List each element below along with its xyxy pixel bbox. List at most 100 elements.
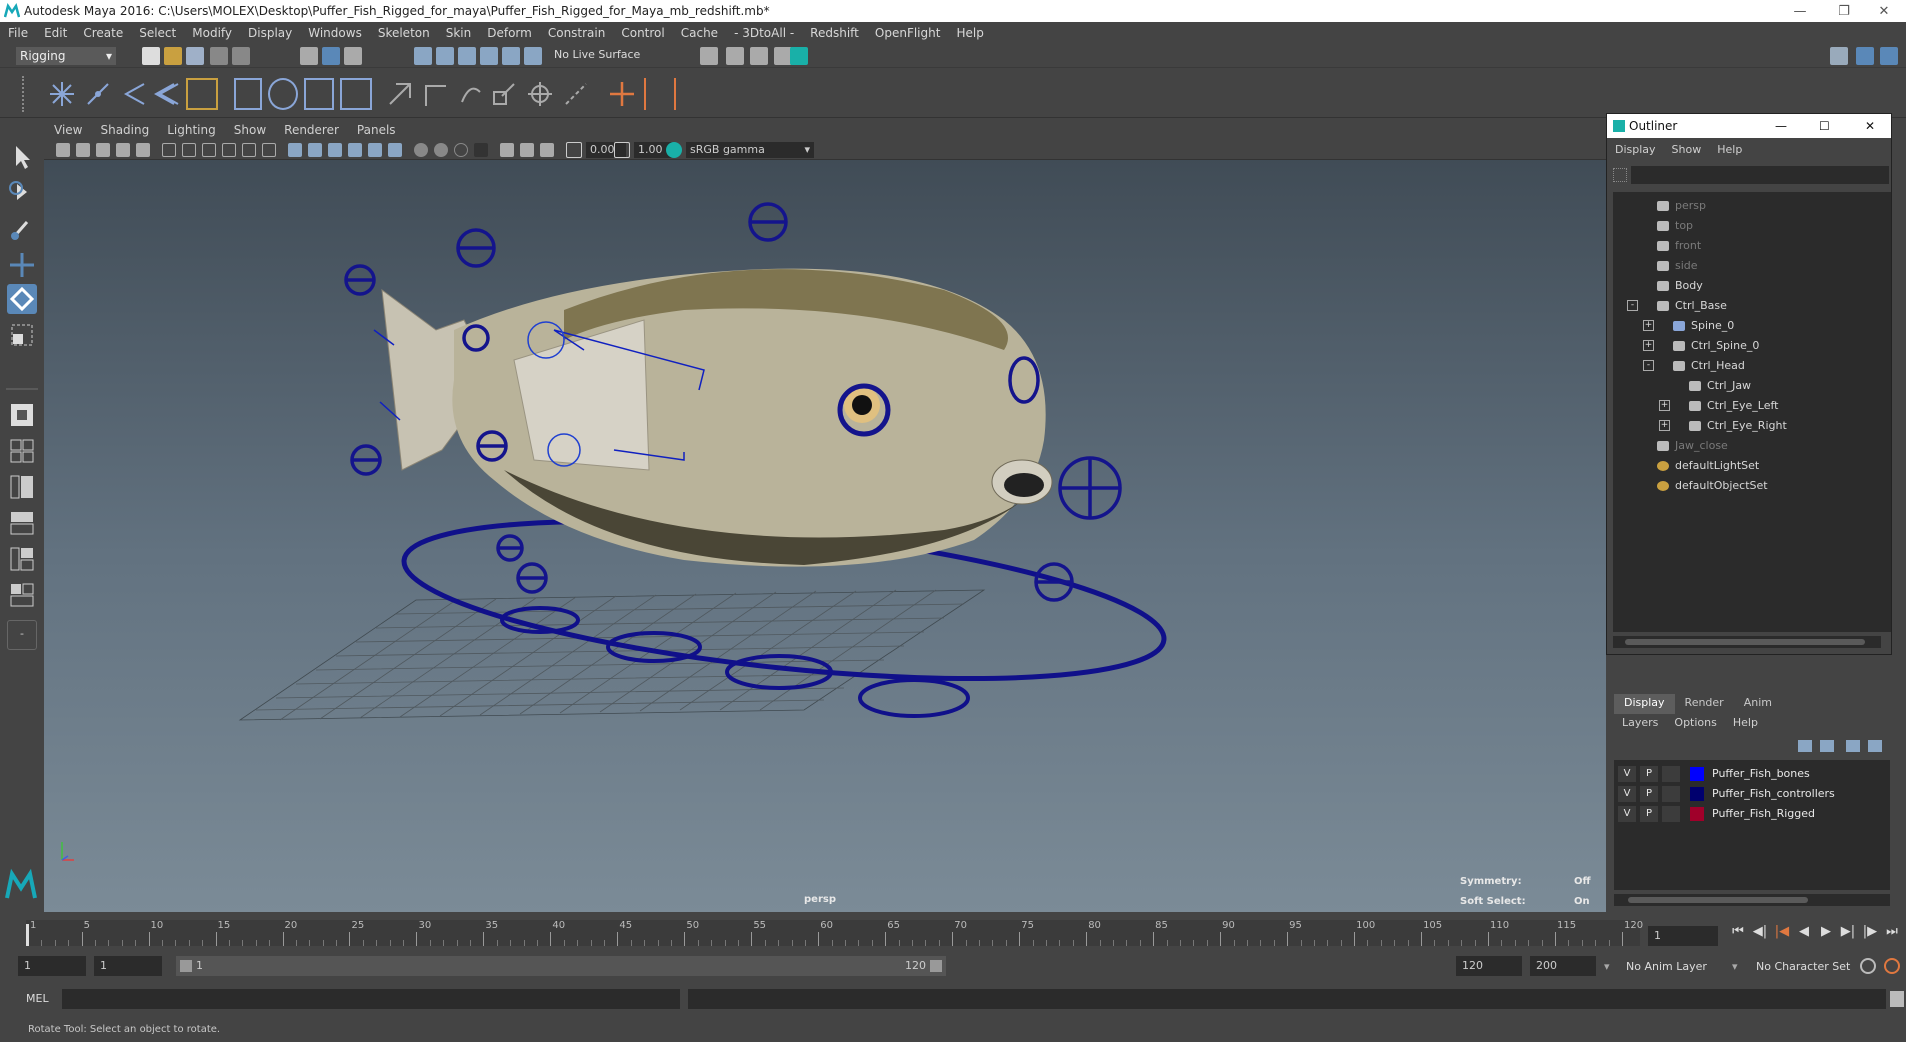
wireframe-icon[interactable] bbox=[288, 143, 302, 157]
paint-select-icon[interactable] bbox=[7, 214, 37, 244]
scene-canvas[interactable] bbox=[44, 120, 1606, 912]
select-component-icon[interactable] bbox=[344, 47, 362, 65]
snap-curve-icon[interactable] bbox=[436, 47, 454, 65]
layer-display-type-toggle[interactable] bbox=[1662, 786, 1680, 802]
maximize-icon[interactable]: ☐ bbox=[1819, 119, 1830, 133]
camera-attributes-icon[interactable] bbox=[76, 143, 90, 157]
image-plane-icon[interactable] bbox=[116, 143, 130, 157]
layer-row[interactable]: V P Puffer_Fish_Rigged bbox=[1614, 804, 1890, 824]
select-object-icon[interactable] bbox=[322, 47, 340, 65]
move-layer-down-icon[interactable] bbox=[1820, 740, 1834, 752]
time-ruler[interactable]: 1 5 10 15 20 25 30 35 40 45 50 55 60 65 70 75 80 85 90 95 10… bbox=[26, 920, 1643, 946]
tab-render[interactable]: Render bbox=[1675, 694, 1734, 714]
snap-view-icon[interactable] bbox=[480, 47, 498, 65]
single-perspective-layout-icon[interactable] bbox=[7, 400, 37, 430]
redo-icon[interactable] bbox=[232, 47, 250, 65]
menu-cache[interactable]: Cache bbox=[673, 26, 726, 40]
xray-icon[interactable] bbox=[520, 143, 534, 157]
outliner-menu-show[interactable]: Show bbox=[1664, 143, 1710, 156]
playback-start-field[interactable]: 1 bbox=[94, 956, 162, 976]
snap-point-icon[interactable] bbox=[458, 47, 476, 65]
resolution-gate-icon[interactable] bbox=[202, 143, 216, 157]
select-tool-icon[interactable] bbox=[7, 142, 37, 172]
smooth-shade-icon[interactable] bbox=[308, 143, 322, 157]
auto-key-icon[interactable] bbox=[1860, 958, 1876, 974]
layer-playback-toggle[interactable]: P bbox=[1640, 766, 1658, 782]
color-space-dropdown[interactable]: sRGB gamma ▾ bbox=[686, 142, 814, 158]
layer-playback-toggle[interactable]: P bbox=[1640, 806, 1658, 822]
chevron-down-icon[interactable]: ▾ bbox=[1732, 960, 1738, 973]
orient-constraint-icon[interactable] bbox=[456, 80, 484, 108]
select-hierarchy-icon[interactable] bbox=[300, 47, 318, 65]
minimize-icon[interactable]: — bbox=[1775, 119, 1787, 133]
exposure-icon[interactable] bbox=[566, 142, 582, 158]
layer-color-swatch[interactable] bbox=[1690, 767, 1704, 781]
menu-display[interactable]: Display bbox=[240, 26, 300, 40]
grid-toggle-icon[interactable] bbox=[162, 143, 176, 157]
close-icon[interactable]: ✕ bbox=[1862, 0, 1906, 22]
layer-row[interactable]: V P Puffer_Fish_controllers bbox=[1614, 784, 1890, 804]
isolate-select-icon[interactable] bbox=[500, 143, 514, 157]
joint-tool-icon[interactable] bbox=[48, 80, 76, 108]
viewport-menu-view[interactable]: View bbox=[44, 123, 90, 137]
outliner-item[interactable]: + Ctrl_Eye_Right bbox=[1613, 416, 1881, 436]
outliner-item[interactable]: Body bbox=[1613, 276, 1881, 296]
viewport-menu-show[interactable]: Show bbox=[224, 123, 274, 137]
collapse-icon[interactable]: - bbox=[1627, 300, 1638, 311]
blend-shape-icon[interactable] bbox=[268, 78, 298, 110]
step-back-frame-icon[interactable]: |◀ bbox=[1774, 924, 1790, 940]
restore-icon[interactable]: ❐ bbox=[1822, 0, 1866, 22]
snap-surface-icon[interactable] bbox=[502, 47, 520, 65]
range-end-handle[interactable] bbox=[930, 960, 942, 972]
nurbs-circle-icon[interactable] bbox=[644, 78, 676, 110]
expand-icon[interactable]: + bbox=[1643, 340, 1654, 351]
four-view-layout-icon[interactable] bbox=[7, 436, 37, 466]
insert-joint-icon[interactable] bbox=[154, 80, 182, 108]
layer-visibility-toggle[interactable]: V bbox=[1618, 766, 1636, 782]
menu-skin[interactable]: Skin bbox=[438, 26, 480, 40]
safe-action-icon[interactable] bbox=[262, 143, 276, 157]
ik-spline-icon[interactable] bbox=[120, 80, 148, 108]
cluster-icon[interactable] bbox=[340, 78, 372, 110]
motion-blur-icon[interactable] bbox=[434, 143, 448, 157]
collapse-icon[interactable]: - bbox=[1643, 360, 1654, 371]
layer-horizontal-scrollbar[interactable] bbox=[1614, 894, 1890, 906]
play-backward-icon[interactable]: ◀ bbox=[1796, 924, 1812, 940]
viewport-menu-shading[interactable]: Shading bbox=[90, 123, 157, 137]
minimize-icon[interactable]: — bbox=[1778, 0, 1822, 22]
scroll-thumb[interactable] bbox=[1628, 897, 1808, 903]
tab-display[interactable]: Display bbox=[1614, 694, 1675, 714]
viewport-menu-panels[interactable]: Panels bbox=[347, 123, 404, 137]
gate-mask-icon[interactable] bbox=[222, 143, 236, 157]
layer-playback-toggle[interactable]: P bbox=[1640, 786, 1658, 802]
menu-openflight[interactable]: OpenFlight bbox=[867, 26, 949, 40]
playback-end-field[interactable]: 120 bbox=[1456, 956, 1522, 976]
more-layouts-button[interactable]: - bbox=[7, 620, 37, 650]
menu-control[interactable]: Control bbox=[613, 26, 672, 40]
step-forward-frame-icon[interactable]: ▶| bbox=[1840, 924, 1856, 940]
persp-graph-layout-icon[interactable] bbox=[7, 508, 37, 538]
ground-controller-4[interactable] bbox=[858, 678, 970, 718]
step-back-key-icon[interactable]: ◀| bbox=[1752, 924, 1768, 940]
film-gate-icon[interactable] bbox=[182, 143, 196, 157]
time-slider[interactable]: 1 5 10 15 20 25 30 35 40 45 50 55 60 65 70 75 80 85 90 95 10… bbox=[0, 912, 1906, 948]
parent-constraint-icon[interactable] bbox=[386, 80, 414, 108]
outliner-item[interactable]: + Ctrl_Spine_0 bbox=[1613, 336, 1881, 356]
menu-create[interactable]: Create bbox=[75, 26, 131, 40]
menu-redshift[interactable]: Redshift bbox=[802, 26, 867, 40]
layer-visibility-toggle[interactable]: V bbox=[1618, 786, 1636, 802]
outliner-item[interactable]: side bbox=[1613, 256, 1881, 276]
ambient-occlusion-icon[interactable] bbox=[414, 143, 428, 157]
textured-icon[interactable] bbox=[348, 143, 362, 157]
locator-icon[interactable] bbox=[608, 80, 636, 108]
new-scene-icon[interactable] bbox=[142, 47, 160, 65]
play-forward-icon[interactable]: ▶ bbox=[1818, 924, 1834, 940]
new-empty-layer-icon[interactable] bbox=[1846, 740, 1860, 752]
scroll-thumb[interactable] bbox=[1625, 639, 1865, 645]
mode-selector[interactable]: Rigging ▾ bbox=[16, 47, 116, 65]
outliner-filter-icon[interactable] bbox=[1613, 168, 1627, 182]
snap-grid-icon[interactable] bbox=[414, 47, 432, 65]
outliner-item[interactable]: + Spine_0 bbox=[1613, 316, 1881, 336]
outliner-search-input[interactable] bbox=[1631, 166, 1889, 184]
ik-handle-icon[interactable] bbox=[84, 80, 112, 108]
